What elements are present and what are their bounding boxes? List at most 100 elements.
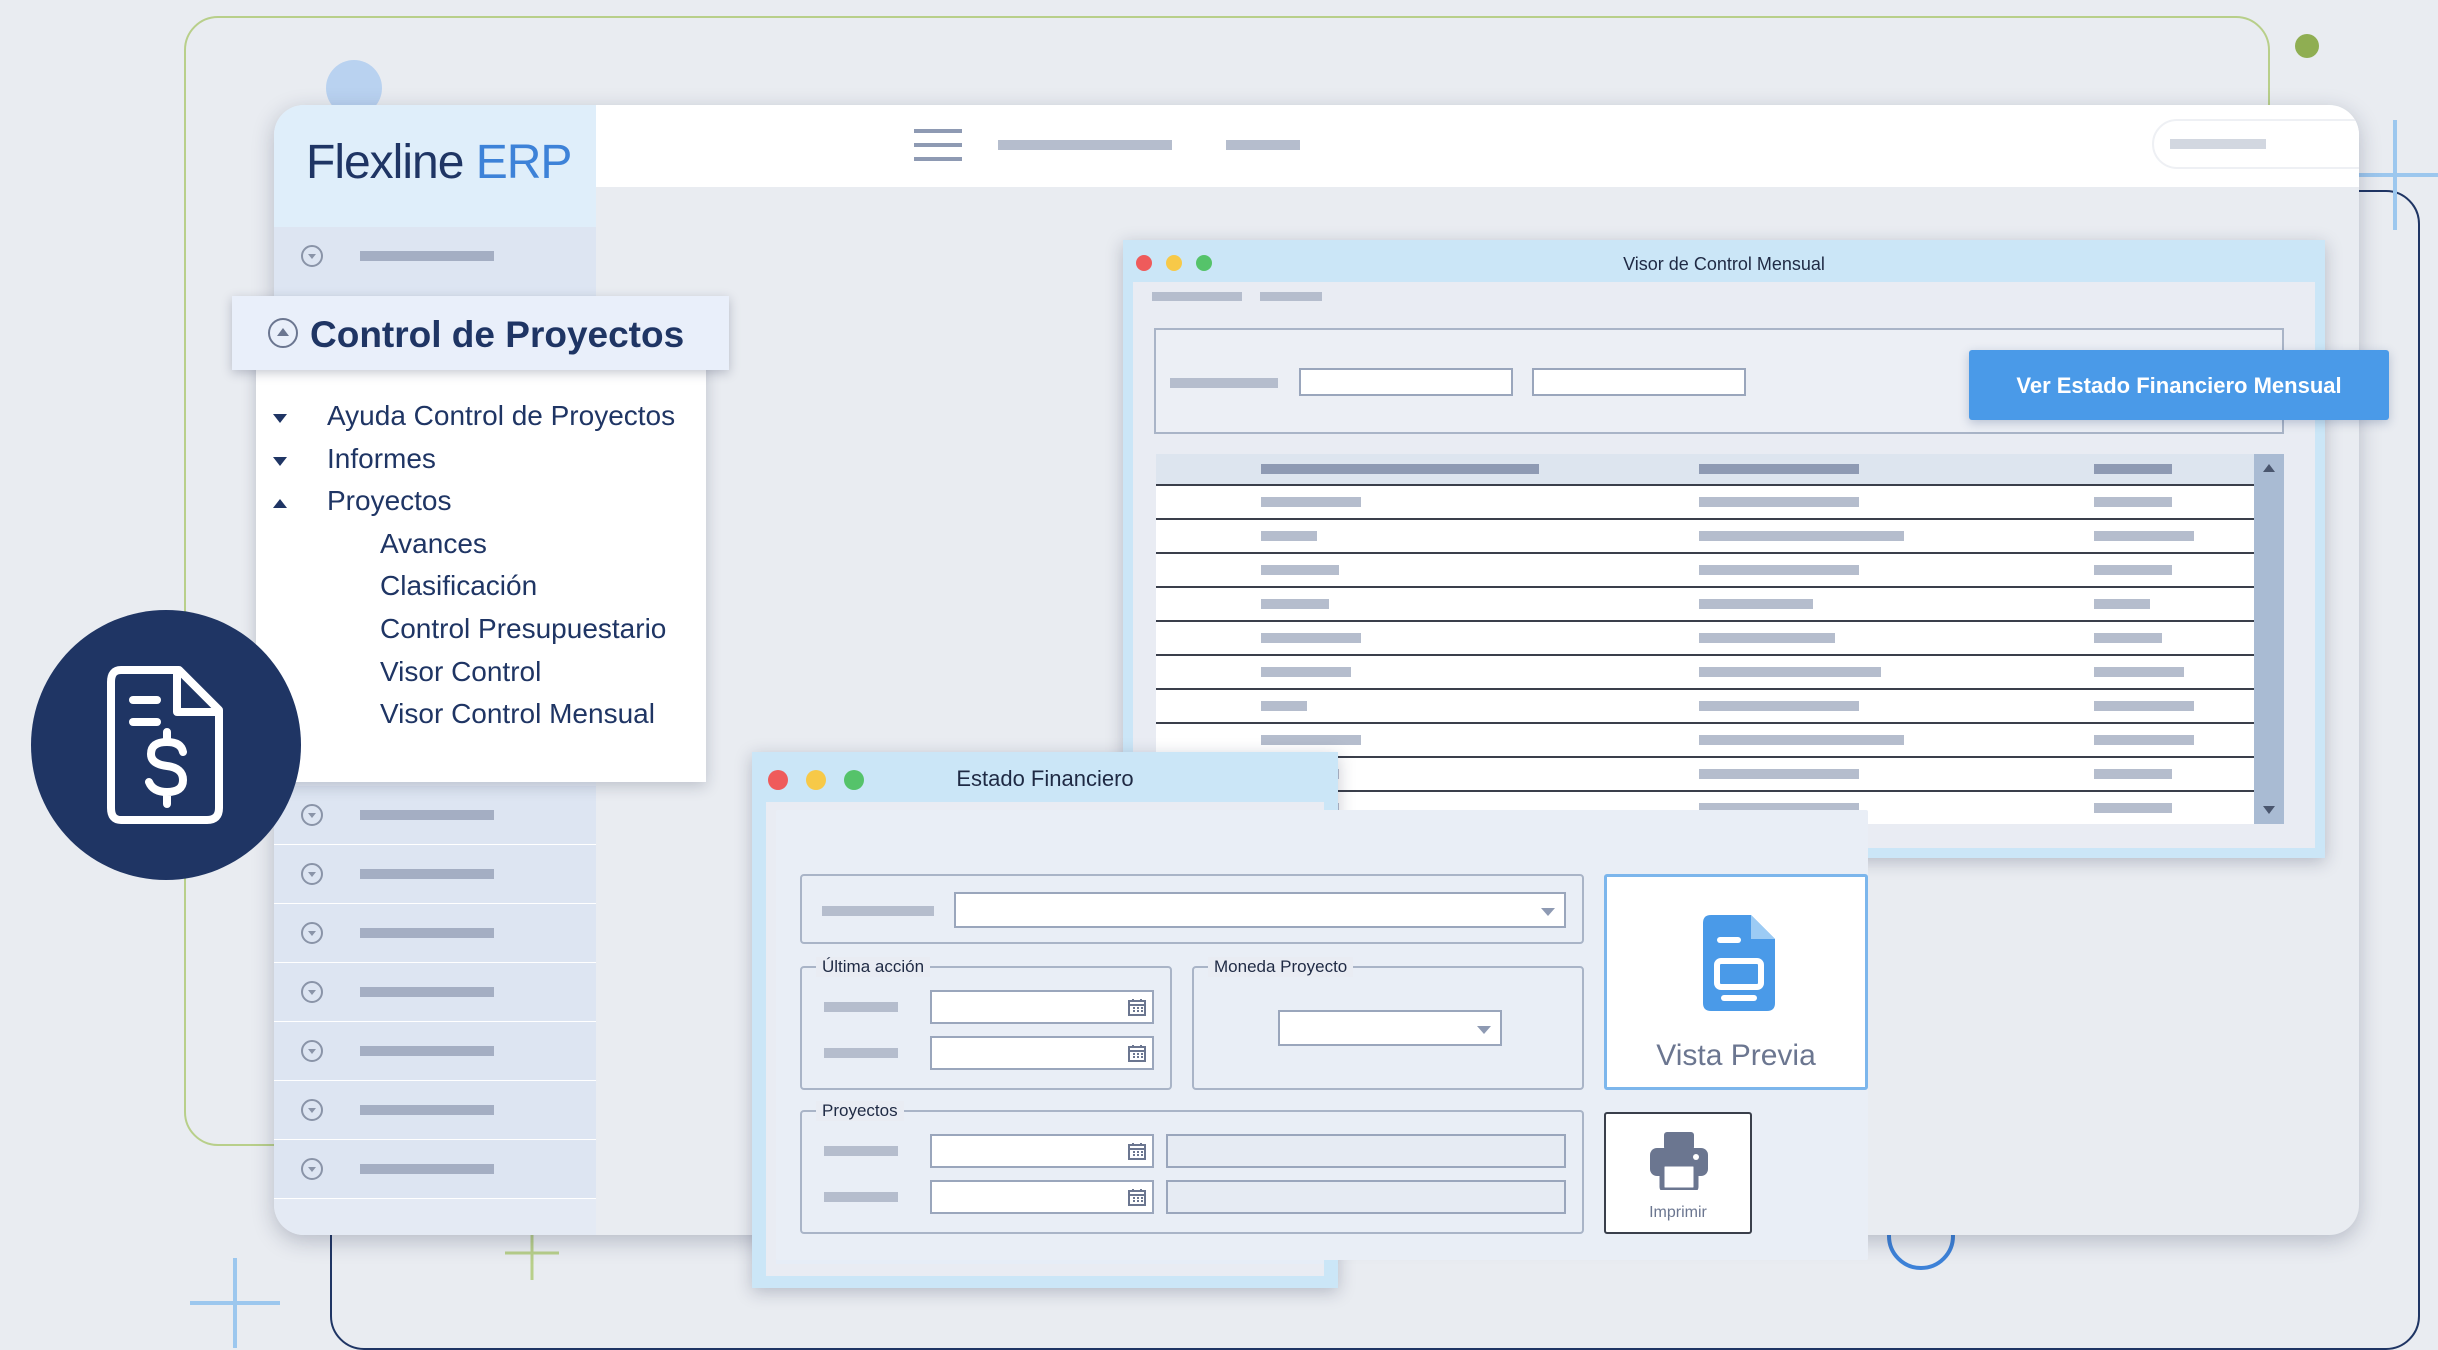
estado-form: Última acción Moneda Proyecto Proyectos …: [776, 810, 1868, 1260]
sidebar-item[interactable]: [274, 786, 596, 845]
filter-field-1[interactable]: [1299, 368, 1513, 396]
sidebar-item[interactable]: [274, 1081, 596, 1140]
moneda-proyecto-group: Moneda Proyecto: [1192, 957, 1584, 1090]
sidebar-item[interactable]: [274, 1140, 596, 1199]
menu-item[interactable]: Control Presupuestario: [265, 609, 695, 649]
brand-logo: Flexline ERP: [306, 135, 572, 190]
table-row[interactable]: [1156, 520, 2254, 552]
caret-down-icon: [273, 410, 287, 428]
selector-label-placeholder: [822, 906, 934, 916]
decor-dot-green: [2295, 34, 2319, 58]
menu-item-label: Clasificación: [380, 570, 538, 602]
sidebar-item-placeholder: [360, 810, 494, 820]
menu-item[interactable]: Proyectos: [265, 481, 695, 521]
menu-item-label: Informes: [327, 442, 436, 474]
table-row[interactable]: [1156, 690, 2254, 722]
table-cell-placeholder: [2094, 599, 2150, 609]
project-text-1[interactable]: [1166, 1134, 1566, 1168]
sidebar-item[interactable]: [274, 845, 596, 904]
menu-placeholder: [1152, 292, 1242, 301]
sidebar-item[interactable]: [274, 904, 596, 963]
menu-item-label: Ayuda Control de Proyectos: [327, 400, 676, 431]
main-select[interactable]: [954, 892, 1566, 928]
table-cell-placeholder: [2094, 803, 2172, 813]
table-cell-placeholder: [1261, 565, 1339, 575]
sidebar-item[interactable]: [274, 1022, 596, 1081]
sidebar-item[interactable]: [274, 963, 596, 1022]
date-field-to[interactable]: [930, 1036, 1154, 1070]
table-cell-placeholder: [2094, 497, 2172, 507]
ver-estado-financiero-label: Ver Estado Financiero Mensual: [2016, 373, 2342, 398]
menu-item-label: Control Presupuestario: [380, 613, 667, 644]
expand-icon: [301, 245, 323, 267]
table-row[interactable]: [1156, 554, 2254, 586]
expand-icon: [301, 922, 323, 944]
vista-previa-button[interactable]: Vista Previa: [1604, 874, 1868, 1090]
moneda-select[interactable]: [1278, 1010, 1502, 1046]
table-cell-placeholder: [1699, 565, 1859, 575]
selector-panel: [800, 874, 1584, 944]
expand-icon: [301, 1099, 323, 1121]
sidebar-item-placeholder: [360, 251, 494, 261]
menu-placeholder: [1260, 292, 1322, 301]
project-date-from[interactable]: [930, 1134, 1154, 1168]
menu-item[interactable]: Ayuda Control de Proyectos: [265, 396, 695, 436]
project-label-placeholder: [824, 1146, 898, 1156]
header-placeholder: [1699, 464, 1859, 474]
menu-item[interactable]: Visor Control Mensual: [265, 694, 695, 734]
scroll-down-icon[interactable]: [2263, 806, 2275, 814]
calendar-icon[interactable]: [1128, 1044, 1146, 1062]
chevron-down-icon: [1541, 908, 1555, 916]
sidebar-item-placeholder: [360, 1164, 494, 1174]
table-cell-placeholder: [1699, 633, 1835, 643]
ultima-accion-group: Última acción: [800, 957, 1172, 1090]
proyectos-menu-header[interactable]: Control de Proyectos: [232, 296, 729, 370]
ver-estado-financiero-button[interactable]: Ver Estado Financiero Mensual: [1969, 350, 2389, 420]
date-label-placeholder: [824, 1002, 898, 1012]
printer-icon: [1650, 1132, 1708, 1190]
menu-item[interactable]: Informes: [265, 439, 695, 479]
user-dropdown[interactable]: [2152, 119, 2359, 169]
hamburger-icon[interactable]: [914, 127, 962, 163]
menu-item[interactable]: Avances: [265, 524, 695, 564]
date-field-from[interactable]: [930, 990, 1154, 1024]
date-label-placeholder: [824, 1048, 898, 1058]
menu-item-label: Proyectos: [327, 485, 452, 517]
menu-item[interactable]: Clasificación: [265, 566, 695, 606]
collapse-icon: [268, 318, 298, 348]
table-cell-placeholder: [1699, 769, 1859, 779]
logo-area: Flexline ERP: [274, 105, 596, 227]
imprimir-button[interactable]: Imprimir: [1604, 1112, 1752, 1234]
table-cell-placeholder: [2094, 633, 2162, 643]
calendar-icon[interactable]: [1128, 1142, 1146, 1160]
table-row[interactable]: [1156, 656, 2254, 688]
expand-icon: [301, 1040, 323, 1062]
filter-field-2[interactable]: [1532, 368, 1746, 396]
table-cell-placeholder: [1261, 633, 1361, 643]
table-scrollbar[interactable]: [2254, 454, 2284, 824]
table-row[interactable]: [1156, 588, 2254, 620]
project-date-to[interactable]: [930, 1180, 1154, 1214]
table-row[interactable]: [1156, 622, 2254, 654]
sidebar-item[interactable]: [274, 227, 596, 286]
table-row[interactable]: [1156, 486, 2254, 518]
menu-item[interactable]: Visor Control: [265, 652, 695, 692]
window-title: Estado Financiero: [956, 766, 1134, 791]
imprimir-label: Imprimir: [1649, 1204, 1707, 1221]
calendar-icon[interactable]: [1128, 1188, 1146, 1206]
table-cell-placeholder: [1261, 599, 1329, 609]
vista-previa-label: Vista Previa: [1656, 1039, 1816, 1072]
table-cell-placeholder: [1261, 735, 1361, 745]
project-text-2[interactable]: [1166, 1180, 1566, 1214]
table-cell-placeholder: [2094, 565, 2172, 575]
table-cell-placeholder: [1699, 735, 1904, 745]
calendar-icon[interactable]: [1128, 998, 1146, 1016]
invoice-dollar-icon: [107, 666, 223, 824]
table-cell-placeholder: [1699, 497, 1859, 507]
chevron-down-icon: [1477, 1026, 1491, 1034]
header-placeholder: [1261, 464, 1539, 474]
sidebar-item-placeholder: [360, 928, 494, 938]
menu-item-label: Visor Control Mensual: [380, 698, 655, 730]
scroll-up-icon[interactable]: [2263, 464, 2275, 472]
table-cell-placeholder: [1261, 667, 1351, 677]
